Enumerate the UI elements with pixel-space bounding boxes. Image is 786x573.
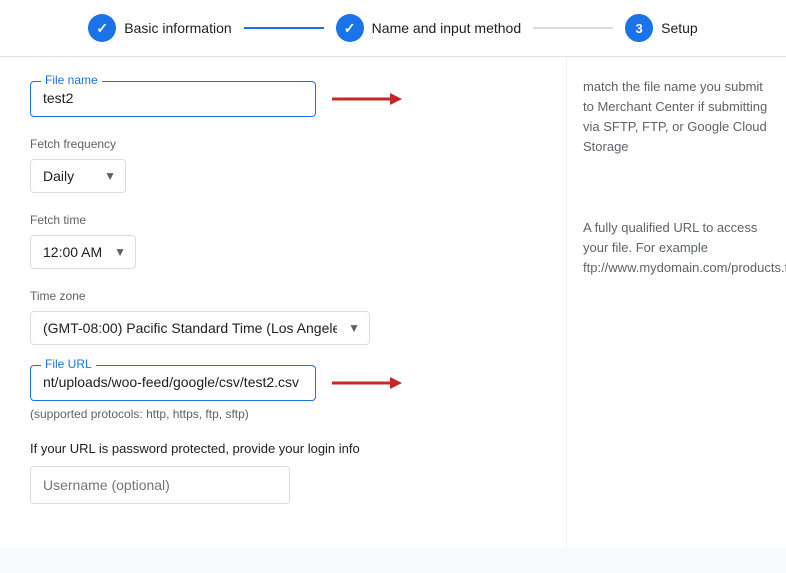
step-number-setup: 3 (635, 21, 642, 36)
timezone-select[interactable]: (GMT-08:00) Pacific Standard Time (Los A… (30, 311, 370, 345)
timezone-group: Time zone (GMT-08:00) Pacific Standard T… (30, 289, 536, 345)
file-url-group: File URL (supported protocols: http, htt… (30, 365, 536, 421)
step-setup: 3 Setup (625, 14, 698, 42)
file-url-row: File URL (30, 365, 536, 401)
file-name-wrapper: File name (30, 81, 316, 117)
timezone-label: Time zone (30, 289, 536, 303)
fetch-time-group: Fetch time 12:00 AM 1:00 AM 6:00 AM 12:0… (30, 213, 536, 269)
file-url-input[interactable] (43, 374, 303, 390)
step-circle-setup: 3 (625, 14, 653, 42)
url-protocol-hint: (supported protocols: http, https, ftp, … (30, 407, 536, 421)
file-name-label: File name (41, 73, 102, 87)
connector-2 (533, 27, 613, 29)
step-basic-info: ✓ Basic information (88, 14, 231, 42)
password-hint-group: If your URL is password protected, provi… (30, 441, 536, 504)
right-panel: match the file name you submit to Mercha… (566, 57, 786, 548)
file-url-wrapper: File URL (30, 365, 316, 401)
fetch-frequency-group: Fetch frequency Daily Weekly Monthly ▼ (30, 137, 536, 193)
timezone-select-wrapper: (GMT-08:00) Pacific Standard Time (Los A… (30, 311, 370, 345)
file-url-hint: A fully qualified URL to access your fil… (583, 218, 770, 278)
step-circle-basic-info: ✓ (88, 14, 116, 42)
fetch-frequency-select-wrapper: Daily Weekly Monthly ▼ (30, 159, 126, 193)
fetch-time-select[interactable]: 12:00 AM 1:00 AM 6:00 AM 12:00 PM (30, 235, 136, 269)
fetch-time-select-wrapper: 12:00 AM 1:00 AM 6:00 AM 12:00 PM ▼ (30, 235, 136, 269)
step-circle-name-input: ✓ (336, 14, 364, 42)
step-name-input: ✓ Name and input method (336, 14, 521, 42)
fetch-frequency-select[interactable]: Daily Weekly Monthly (30, 159, 126, 193)
file-name-hint: match the file name you submit to Mercha… (583, 77, 770, 158)
file-url-label: File URL (41, 357, 96, 371)
step-label-name-input: Name and input method (372, 20, 521, 36)
checkmark-basic-info: ✓ (96, 20, 108, 37)
main-content: File name Fetch frequency Daily Weekly (0, 57, 786, 548)
password-hint-text: If your URL is password protected, provi… (30, 441, 536, 456)
fetch-time-label: Fetch time (30, 213, 536, 227)
file-name-group: File name (30, 81, 536, 117)
file-url-arrow (332, 375, 402, 391)
left-panel: File name Fetch frequency Daily Weekly (0, 57, 566, 548)
file-name-arrow (332, 91, 402, 107)
username-input[interactable] (30, 466, 290, 504)
file-name-row: File name (30, 81, 536, 117)
connector-1 (244, 27, 324, 29)
file-name-input[interactable] (43, 90, 303, 106)
checkmark-name-input: ✓ (344, 20, 356, 37)
fetch-frequency-label: Fetch frequency (30, 137, 536, 151)
stepper: ✓ Basic information ✓ Name and input met… (0, 0, 786, 57)
step-label-basic-info: Basic information (124, 20, 231, 36)
step-label-setup: Setup (661, 20, 698, 36)
